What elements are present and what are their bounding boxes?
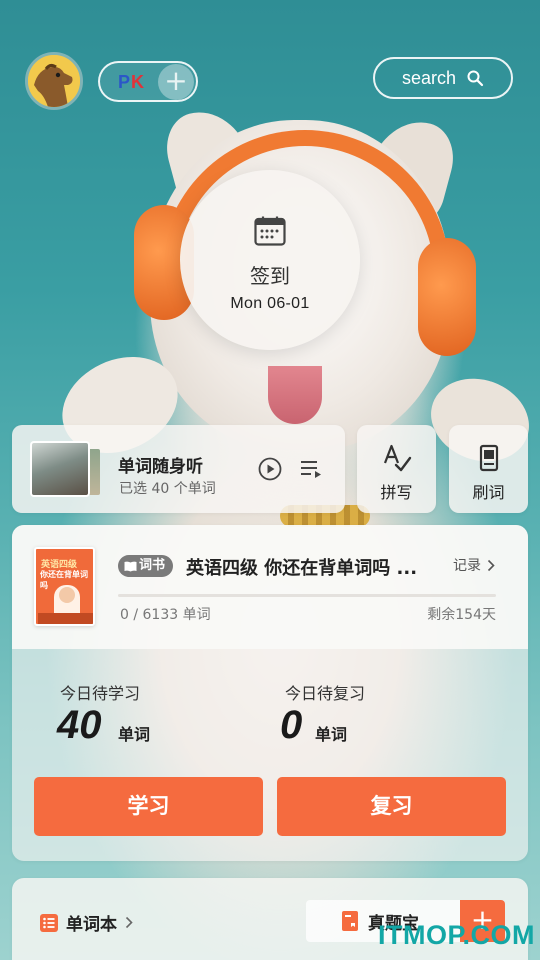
chevron-right-icon bbox=[125, 916, 133, 929]
pk-letter-p: P bbox=[118, 72, 132, 92]
records-link[interactable]: 记录 bbox=[453, 555, 495, 575]
pk-logo: PK bbox=[118, 72, 145, 93]
book-icon bbox=[124, 561, 137, 571]
avatar[interactable] bbox=[25, 52, 83, 110]
search-icon bbox=[467, 70, 484, 87]
headphone-right bbox=[418, 238, 476, 356]
camel-avatar-icon bbox=[28, 55, 80, 107]
exam-book-icon bbox=[342, 911, 358, 931]
cover-face bbox=[59, 587, 75, 603]
review-count: 0 bbox=[280, 703, 303, 747]
cover-desk bbox=[38, 613, 93, 624]
list-icon bbox=[40, 913, 58, 932]
records-label: 记录 bbox=[453, 558, 481, 574]
progress-bar bbox=[118, 594, 496, 597]
pk-letter-k: K bbox=[131, 72, 146, 92]
study-count: 40 bbox=[57, 703, 102, 747]
review-button[interactable]: 复习 bbox=[277, 777, 506, 836]
review-unit: 单词 bbox=[315, 725, 348, 744]
search-button[interactable]: search bbox=[373, 57, 513, 99]
wordbook-header[interactable]: 英语四级 你还在背单词吗 词书 英语四级 你还在背单词吗 ... 记录 0 / … bbox=[12, 525, 528, 649]
audio-thumbnail bbox=[30, 441, 90, 497]
study-button[interactable]: 学习 bbox=[34, 777, 263, 836]
progress-text: 0 / 6133 单词 bbox=[120, 607, 211, 623]
wordbook-tag: 词书 bbox=[118, 555, 174, 577]
calendar-icon bbox=[254, 216, 286, 246]
vocab-notebook-label: 单词本 bbox=[66, 915, 117, 935]
playlist-icon[interactable] bbox=[300, 459, 322, 479]
checkin-date: Mon 06-01 bbox=[230, 295, 310, 312]
study-unit: 单词 bbox=[118, 725, 151, 744]
audio-subtitle: 已选 40 个单词 bbox=[119, 481, 216, 497]
study-label: 今日待学习 bbox=[60, 684, 141, 703]
chevron-right-icon bbox=[487, 559, 495, 571]
review-label: 今日待复习 bbox=[285, 684, 366, 703]
wordbook-card: 英语四级 你还在背单词吗 词书 英语四级 你还在背单词吗 ... 记录 0 / … bbox=[12, 525, 528, 861]
pk-button[interactable]: PK + bbox=[98, 61, 198, 102]
word-audio-card[interactable]: 单词随身听 已选 40 个单词 bbox=[12, 425, 345, 513]
spell-label: 拼写 bbox=[380, 483, 413, 502]
spell-button[interactable]: 拼写 bbox=[357, 425, 436, 513]
pk-add-button[interactable]: + bbox=[158, 64, 194, 100]
book-cover[interactable]: 英语四级 你还在背单词吗 bbox=[34, 547, 95, 626]
audio-title: 单词随身听 bbox=[118, 457, 203, 477]
site-watermark: ITMOP.COM bbox=[378, 920, 536, 950]
dog-tongue bbox=[268, 366, 322, 424]
play-icon[interactable] bbox=[258, 457, 282, 481]
wordbook-tag-label: 词书 bbox=[139, 558, 166, 573]
spell-check-icon bbox=[383, 444, 411, 472]
checkin-button[interactable]: 签到 Mon 06-01 bbox=[180, 170, 360, 350]
search-label: search bbox=[402, 67, 457, 88]
remaining-days: 剩余154天 bbox=[427, 607, 496, 623]
vocab-notebook-link[interactable]: 单词本 bbox=[40, 910, 133, 935]
checkin-title: 签到 bbox=[250, 264, 290, 288]
wordbook-title: 英语四级 你还在背单词吗 ... bbox=[186, 558, 418, 579]
flashcard-label: 刷词 bbox=[472, 483, 505, 502]
flashcard-icon bbox=[479, 444, 498, 472]
flashcard-button[interactable]: 刷词 bbox=[449, 425, 528, 513]
